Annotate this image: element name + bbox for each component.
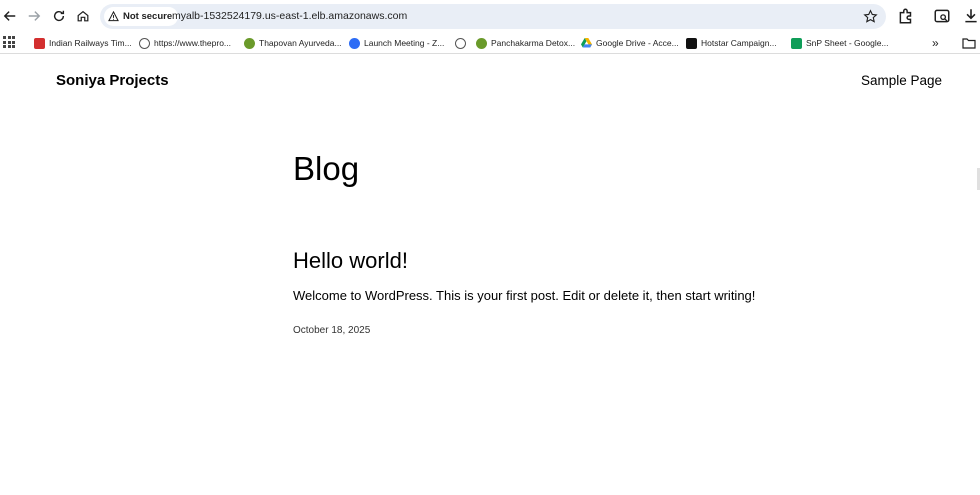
extensions-icon[interactable]	[897, 7, 915, 25]
bookmark-label: Indian Railways Tim...	[49, 38, 132, 48]
back-button[interactable]	[0, 6, 20, 26]
home-button[interactable]	[73, 6, 93, 26]
bookmark-item[interactable]	[455, 35, 466, 51]
security-indicator[interactable]: Not secure	[104, 7, 179, 26]
bookmark-item[interactable]: Launch Meeting - Z...	[349, 35, 444, 51]
folder-icon[interactable]	[962, 37, 976, 49]
bookmark-label: Thapovan Ayurveda...	[259, 38, 342, 48]
warning-icon	[108, 11, 119, 22]
leaf-icon	[476, 37, 487, 49]
post-date[interactable]: October 18, 2025	[293, 325, 370, 336]
bookmark-item[interactable]: Google Drive - Acce...	[581, 35, 679, 51]
bookmarks-overflow-button[interactable]: »	[932, 35, 939, 51]
bookmark-label: Launch Meeting - Z...	[364, 38, 445, 48]
zoom-icon	[349, 37, 360, 49]
bookmark-item[interactable]: Hotstar Campaign...	[686, 35, 777, 51]
chevron-double-right-icon: »	[932, 36, 939, 50]
reload-icon	[53, 10, 65, 22]
drive-icon	[581, 38, 592, 48]
security-label: Not secure	[123, 11, 173, 22]
address-bar[interactable]: Not secure myalb-1532524179.us-east-1.el…	[100, 4, 886, 29]
download-icon[interactable]	[962, 7, 980, 25]
bookmark-item[interactable]: Thapovan Ayurveda...	[244, 35, 342, 51]
post-title[interactable]: Hello world!	[293, 248, 408, 274]
back-arrow-icon	[3, 11, 16, 21]
bookmark-item[interactable]: https://www.thepro...	[139, 35, 231, 51]
hotstar-icon	[686, 37, 697, 49]
bookmark-item[interactable]: SnP Sheet - Google...	[791, 35, 889, 51]
bookmark-label: https://www.thepro...	[154, 38, 232, 48]
home-icon	[77, 10, 89, 22]
browser-toolbar: Not secure myalb-1532524179.us-east-1.el…	[0, 0, 980, 32]
globe-icon	[455, 37, 466, 49]
nav-link-sample-page[interactable]: Sample Page	[861, 73, 942, 88]
apps-grid-icon[interactable]	[3, 36, 15, 48]
bookmarks-bar: Indian Railways Tim... https://www.thepr…	[0, 32, 980, 54]
url-text[interactable]: myalb-1532524179.us-east-1.elb.amazonaws…	[172, 10, 407, 22]
bookmark-item[interactable]: Indian Railways Tim...	[34, 35, 132, 51]
bookmark-item[interactable]: Panchakarma Detox...	[476, 35, 575, 51]
page-title: Blog	[293, 150, 360, 187]
reload-button[interactable]	[49, 6, 69, 26]
forward-button[interactable]	[24, 6, 44, 26]
tab-search-icon[interactable]	[933, 7, 951, 25]
post-excerpt: Welcome to WordPress. This is your first…	[293, 288, 756, 303]
bookmark-label: Hotstar Campaign...	[701, 38, 777, 48]
bookmark-star-icon[interactable]	[863, 9, 878, 24]
bookmark-label: Google Drive - Acce...	[596, 38, 679, 48]
bookmark-label: Panchakarma Detox...	[491, 38, 576, 48]
globe-icon	[139, 37, 150, 49]
train-icon	[34, 37, 45, 49]
sheets-icon	[791, 37, 802, 49]
bookmark-label: SnP Sheet - Google...	[806, 38, 889, 48]
forward-arrow-icon	[28, 11, 41, 21]
leaf-icon	[244, 37, 255, 49]
site-title[interactable]: Soniya Projects	[56, 72, 169, 89]
